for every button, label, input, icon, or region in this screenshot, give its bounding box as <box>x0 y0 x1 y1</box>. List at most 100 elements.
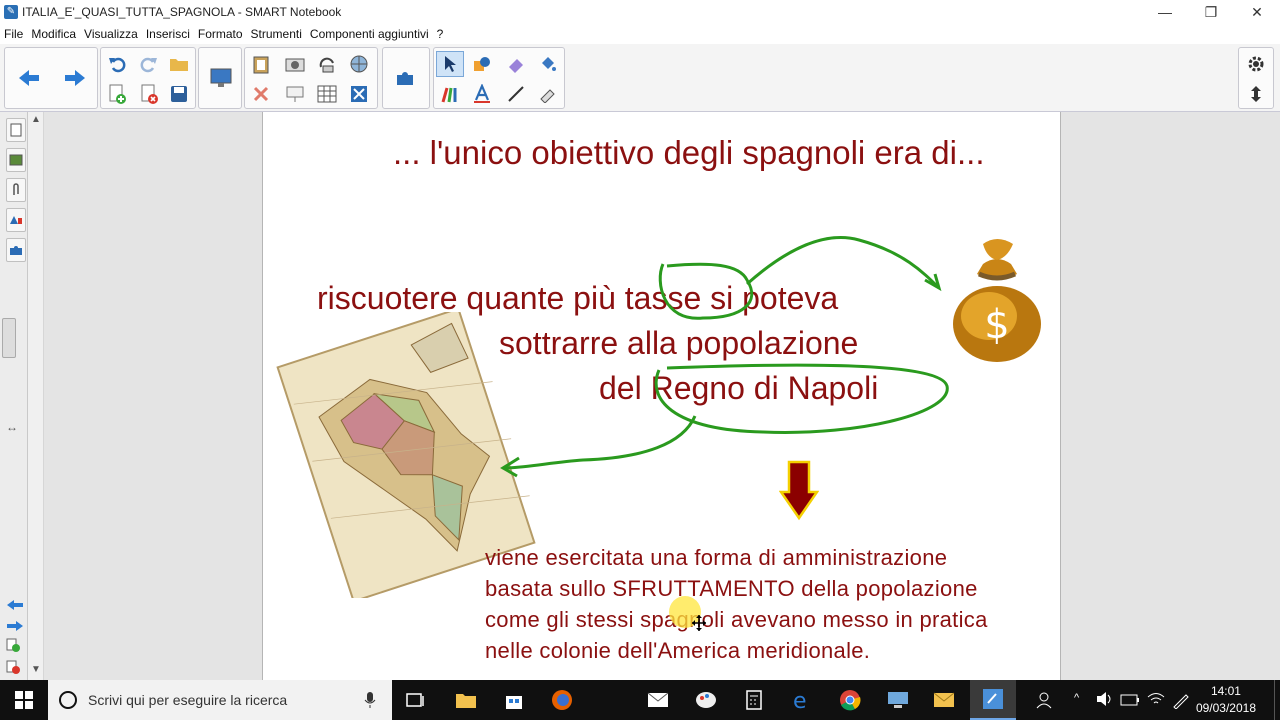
redo-icon <box>140 57 157 73</box>
resize-icon[interactable]: ↔ <box>6 420 18 434</box>
redo-button[interactable] <box>135 51 163 77</box>
menu-file[interactable]: File <box>0 27 27 41</box>
delete-page-mini-button[interactable] <box>6 660 20 679</box>
microphone-icon[interactable] <box>364 691 376 709</box>
table-button[interactable] <box>313 81 341 107</box>
start-button[interactable] <box>12 688 36 712</box>
wifi-icon[interactable] <box>1146 691 1166 712</box>
paint-app-button[interactable] <box>694 688 718 712</box>
addons-tab[interactable] <box>6 238 26 262</box>
battery-icon[interactable] <box>1120 693 1140 711</box>
menu-formato[interactable]: Formato <box>194 27 247 41</box>
settings-button[interactable] <box>1242 51 1270 77</box>
menu-modifica[interactable]: Modifica <box>27 27 80 41</box>
fullscreen-button[interactable] <box>345 81 373 107</box>
cursor-icon <box>445 56 456 72</box>
highlighter-tool-button[interactable] <box>534 81 562 107</box>
firefox-icon <box>552 690 572 710</box>
text-tool-button[interactable] <box>468 81 496 107</box>
delete-page-icon <box>141 84 158 104</box>
menu-componenti-aggiuntivi[interactable]: Componenti aggiuntivi <box>306 27 433 41</box>
minimize-button[interactable]: — <box>1142 0 1188 24</box>
volume-icon[interactable] <box>1096 691 1114 712</box>
system-clock[interactable]: 14:01 09/03/2018 <box>1196 683 1256 717</box>
pens-tool-button[interactable] <box>436 81 464 107</box>
addons-button[interactable] <box>392 65 420 91</box>
properties-tab[interactable] <box>6 208 26 232</box>
arrow-right-small-icon <box>7 621 23 631</box>
prev-page-mini-button[interactable] <box>6 598 24 616</box>
puzzle-small-icon <box>10 246 22 255</box>
gallery-tab[interactable] <box>6 148 26 172</box>
capture-button[interactable] <box>281 51 309 77</box>
screen-button[interactable] <box>281 81 309 107</box>
body-line-1: viene esercitata una forma di amministra… <box>485 545 948 570</box>
scroll-down-icon[interactable]: ▼ <box>31 664 41 675</box>
people-button[interactable] <box>1034 688 1058 712</box>
panel-collapse-handle[interactable] <box>2 318 16 358</box>
taskbar-search-box[interactable]: Scrivi qui per eseguire la ricerca <box>48 680 392 720</box>
edge-button[interactable]: e <box>790 688 814 712</box>
close-button[interactable]: ✕ <box>1234 0 1280 24</box>
mail-button[interactable] <box>646 688 670 712</box>
save-button[interactable] <box>165 81 193 107</box>
restore-button[interactable]: ❐ <box>1188 0 1234 24</box>
store-button[interactable] <box>502 688 526 712</box>
mail-client-button[interactable] <box>932 688 956 712</box>
page-sorter-tab[interactable] <box>6 118 26 142</box>
fill-tool-button[interactable] <box>534 51 562 77</box>
show-desktop-button[interactable] <box>1274 680 1278 720</box>
edit-group <box>100 47 196 109</box>
previous-page-button[interactable] <box>15 65 43 91</box>
toolbar-position-button[interactable] <box>1242 81 1270 107</box>
open-folder-button[interactable] <box>165 51 193 77</box>
store-bag-icon <box>506 696 522 709</box>
edge-icon: e <box>793 689 807 711</box>
mail-icon <box>647 692 669 707</box>
add-page-button[interactable] <box>103 81 131 107</box>
next-page-mini-button[interactable] <box>6 619 24 637</box>
image-icon <box>9 154 23 166</box>
menu-visualizza[interactable]: Visualizza <box>80 27 142 41</box>
menu-help[interactable]: ? <box>433 27 448 41</box>
delete-page-button[interactable] <box>135 81 163 107</box>
pens-icon <box>441 87 457 103</box>
page-icon <box>10 123 22 137</box>
menu-strumenti[interactable]: Strumenti <box>247 27 306 41</box>
line-tool-button[interactable] <box>502 81 530 107</box>
paste-button[interactable] <box>247 51 275 77</box>
camera-icon <box>285 58 305 72</box>
internet-button[interactable] <box>345 51 373 77</box>
firefox-button[interactable] <box>550 688 574 712</box>
body-paragraph: viene esercitata una forma di amministra… <box>485 542 988 666</box>
next-page-button[interactable] <box>61 65 89 91</box>
nav-group <box>4 47 98 109</box>
chrome-button[interactable] <box>838 688 862 712</box>
side-scrollbar[interactable]: ▲ ▼ <box>28 112 44 680</box>
pen-workspace-icon[interactable] <box>1172 691 1190 714</box>
paint-bucket-icon <box>542 57 556 71</box>
select-tool-button[interactable] <box>436 51 464 77</box>
notebook-page[interactable]: ... l'unico obiettivo degli spagnoli era… <box>262 112 1061 680</box>
rotate-button[interactable] <box>313 51 341 77</box>
task-view-button[interactable] <box>404 688 428 712</box>
undo-button[interactable] <box>103 51 131 77</box>
undo-icon <box>109 57 126 73</box>
chevron-up-icon[interactable]: ^ <box>1074 692 1079 704</box>
eraser-icon <box>509 59 523 73</box>
attachments-tab[interactable] <box>6 178 26 202</box>
add-page-mini-button[interactable] <box>6 638 20 657</box>
menu-inserisci[interactable]: Inserisci <box>142 27 194 41</box>
windows-taskbar: Scrivi qui per eseguire la ricerca e ^ 1… <box>0 680 1280 720</box>
screen-shade-button[interactable] <box>207 65 235 91</box>
scroll-up-icon[interactable]: ▲ <box>31 114 41 125</box>
calculator-button[interactable] <box>742 688 766 712</box>
smart-notebook-taskbar-button[interactable] <box>970 680 1016 720</box>
remote-desktop-button[interactable] <box>886 688 910 712</box>
shapes-tool-button[interactable] <box>468 51 496 77</box>
file-explorer-button[interactable] <box>454 688 478 712</box>
envelope-yellow-icon <box>933 692 955 707</box>
delete-button[interactable] <box>247 81 275 107</box>
task-view-icon <box>406 693 424 707</box>
eraser-tool-button[interactable] <box>502 51 530 77</box>
